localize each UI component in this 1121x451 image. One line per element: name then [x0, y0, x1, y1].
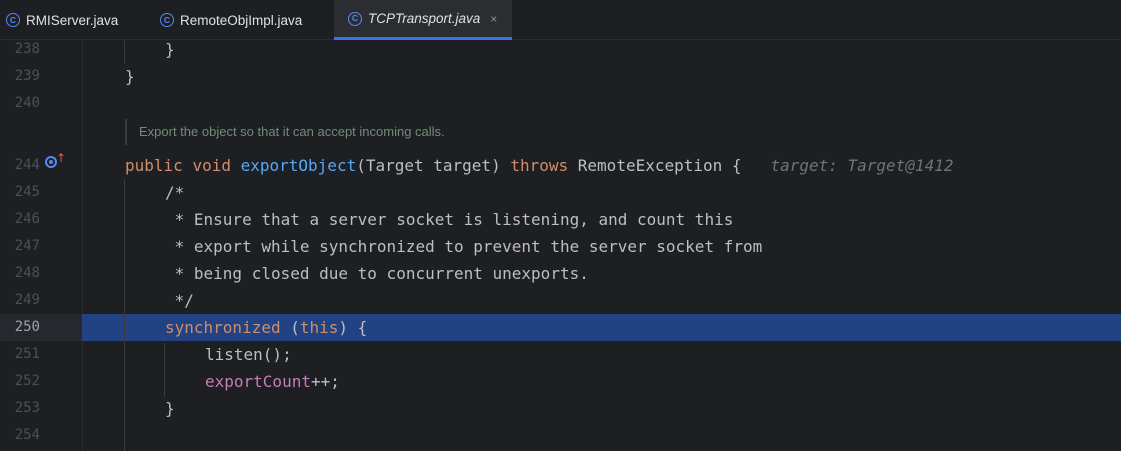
- code-text: synchronized (this) {: [165, 314, 367, 341]
- rendered-doc-comment[interactable]: Export the object so that it can accept …: [125, 119, 445, 145]
- line-number: 239: [14, 68, 40, 84]
- code-text: }: [165, 399, 175, 418]
- code-line: 245 /*: [0, 179, 1121, 206]
- tab-label: RMIServer.java: [26, 12, 119, 28]
- comment-text: * export while synchronized to prevent t…: [165, 237, 763, 256]
- line-number: 251: [14, 346, 40, 362]
- line-number: 244: [14, 157, 40, 173]
- tab-label: TCPTransport.java: [368, 11, 481, 26]
- comment-text: /*: [165, 183, 185, 202]
- keyword: public: [125, 156, 183, 175]
- code-editor[interactable]: 238 } 239 } 240 Export the object so tha…: [0, 40, 1121, 451]
- tab-tcptransport[interactable]: C TCPTransport.java ×: [334, 0, 512, 40]
- class-icon: C: [160, 13, 174, 27]
- comment-text: * Ensure that a server socket is listeni…: [165, 210, 734, 229]
- keyword: void: [192, 156, 231, 175]
- line-number: 245: [14, 184, 40, 200]
- keyword: synchronized: [165, 318, 281, 337]
- code-text: exportCount++;: [205, 368, 340, 395]
- code-text: }: [165, 40, 175, 59]
- line-number: 247: [14, 238, 40, 254]
- code-line: 239 }: [0, 63, 1121, 90]
- tab-label: RemoteObjImpl.java: [180, 12, 303, 28]
- code-line: 244 public void exportObject(Target targ…: [0, 152, 1121, 179]
- class-icon: C: [348, 11, 362, 26]
- line-number: 240: [14, 95, 40, 111]
- close-icon[interactable]: ×: [490, 12, 497, 26]
- line-number: 238: [14, 41, 40, 57]
- keyword: throws: [510, 156, 569, 175]
- line-number: 248: [14, 265, 40, 281]
- code-line: 247 * export while synchronized to preve…: [0, 233, 1121, 260]
- code-line: 240: [0, 90, 1121, 117]
- code-line: 254: [0, 422, 1121, 449]
- paren: (: [290, 318, 300, 337]
- tab-rmiserver[interactable]: C RMIServer.java: [6, 0, 142, 40]
- line-number: 253: [14, 400, 40, 416]
- code-text: listen();: [205, 345, 292, 364]
- code-line: 246 * Ensure that a server socket is lis…: [0, 206, 1121, 233]
- line-number: 254: [14, 427, 40, 443]
- class-icon: C: [6, 13, 20, 27]
- keyword: this: [299, 318, 339, 337]
- comment-text: */: [165, 291, 194, 310]
- field-name: exportCount: [205, 372, 311, 391]
- code-line-current: 250 synchronized (this) {: [0, 314, 1121, 341]
- code-line: 238 }: [0, 36, 1121, 63]
- code-line: 251 listen();: [0, 341, 1121, 368]
- code-text: }: [125, 67, 135, 86]
- line-number: 246: [14, 211, 40, 227]
- method-name: exportObject: [240, 156, 357, 175]
- method-signature: public void exportObject(Target target) …: [125, 152, 953, 179]
- operator: ++;: [310, 372, 340, 391]
- line-number: 252: [14, 373, 40, 389]
- exception-type: RemoteException {: [577, 156, 742, 175]
- editor-tab-bar: C RMIServer.java C RemoteObjImpl.java C …: [0, 0, 1121, 40]
- tab-remoteobjimpl[interactable]: C RemoteObjImpl.java: [160, 0, 328, 40]
- comment-text: * being closed due to concurrent unexpor…: [165, 264, 589, 283]
- code-line: 249 */: [0, 287, 1121, 314]
- code-line: 248 * being closed due to concurrent une…: [0, 260, 1121, 287]
- code-line: 253 }: [0, 395, 1121, 422]
- code-line: 252 exportCount++;: [0, 368, 1121, 395]
- line-number: 250: [14, 319, 40, 335]
- line-number: 249: [14, 292, 40, 308]
- inlay-hint: target: Target@1412: [770, 156, 954, 175]
- params: (Target target): [356, 156, 501, 175]
- paren: ) {: [338, 318, 368, 337]
